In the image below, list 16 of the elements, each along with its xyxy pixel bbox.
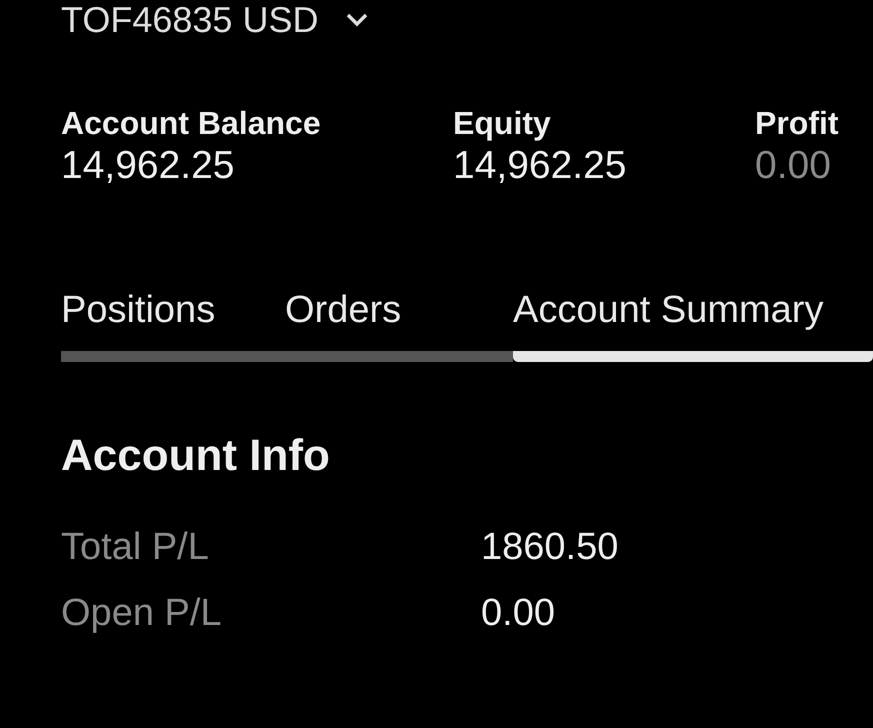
info-label: Open P/L [61, 591, 223, 636]
tab[interactable]: Positions [61, 287, 285, 362]
tab[interactable]: Account Summary [513, 287, 873, 362]
info-value: 1860.50 [481, 525, 618, 570]
stat-value: 0.00 [755, 143, 832, 189]
info-label: Total P/L [61, 525, 210, 570]
stat-label: Account Balance [61, 104, 322, 142]
stat-value: 14,962.25 [453, 143, 628, 189]
tab[interactable]: Orders [285, 287, 513, 362]
stat-label: Equity [453, 104, 552, 142]
account-selector[interactable]: TOF46835 USD [61, 2, 368, 38]
stat-label: Profit [755, 104, 839, 142]
chevron-down-icon [346, 13, 368, 27]
section-title: Account Info [61, 430, 331, 482]
info-value: 0.00 [481, 591, 555, 636]
stat-value: 14,962.25 [61, 143, 236, 189]
